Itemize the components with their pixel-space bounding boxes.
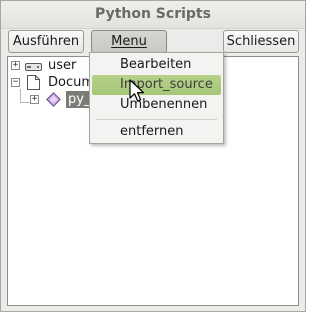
menu-item-bearbeiten[interactable]: Bearbeiten [92, 55, 221, 75]
menu-item-umbenennen[interactable]: Umbenennen [92, 95, 221, 115]
dialog-title: Python Scripts [1, 1, 305, 28]
expand-icon[interactable]: + [11, 61, 20, 70]
menu-item-label: entfernen [120, 124, 184, 139]
expand-icon[interactable]: + [30, 95, 39, 104]
collapse-icon[interactable]: − [11, 78, 20, 87]
menu-dropdown: Bearbeiten Import_source Umbenennen entf… [89, 52, 224, 144]
close-button[interactable]: Schliessen [223, 30, 299, 53]
tree-item-label: user [48, 58, 77, 73]
menu-separator [96, 119, 217, 120]
drive-icon [25, 60, 43, 71]
menu-button[interactable]: Menu [91, 30, 167, 53]
menu-button-label: Menu [111, 34, 147, 49]
titlebar-divider [1, 28, 305, 29]
menu-item-entfernen[interactable]: entfernen [92, 122, 221, 142]
run-button[interactable]: Ausführen [8, 30, 84, 53]
menu-item-import-source[interactable]: Import_source [92, 75, 221, 95]
document-icon [27, 75, 40, 90]
script-diamond-icon [46, 92, 61, 107]
tree-item-label: Docum [48, 75, 95, 90]
python-scripts-dialog: Python Scripts Ausführen Menu Schliessen… [0, 0, 306, 312]
menu-item-label: Bearbeiten [120, 57, 192, 72]
mouse-pointer-icon [129, 79, 147, 105]
